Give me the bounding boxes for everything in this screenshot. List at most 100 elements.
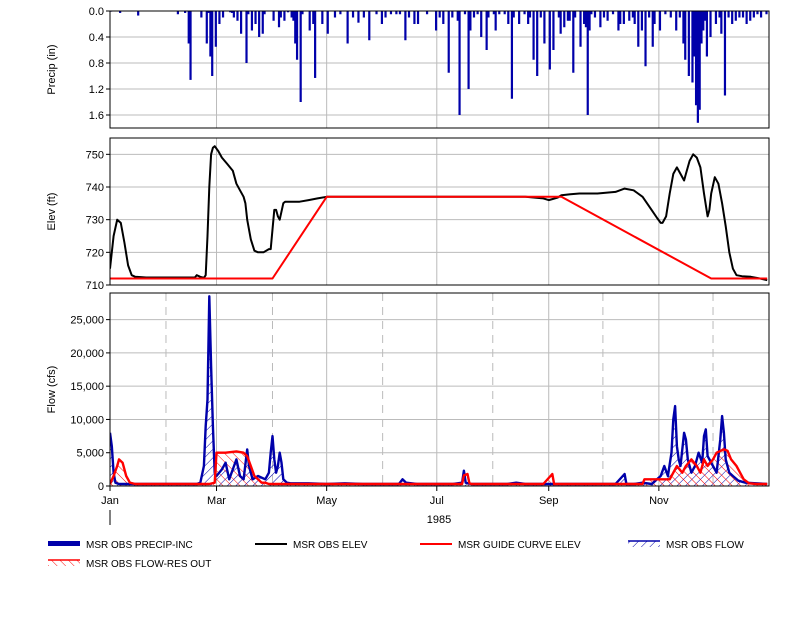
precip-bar [351,11,355,18]
x-tick-label: Jan [101,495,119,507]
precip-bar [548,11,551,70]
precip-bar [619,11,622,24]
precip-bar [628,11,631,21]
precip-bar [346,11,349,44]
precip-bar [326,11,329,34]
precip-bar [137,11,140,16]
precip-bar [200,11,203,18]
precip-bar [579,11,582,47]
legend-label: MSR OBS PRECIP-INC [86,540,193,551]
panel-1-plot [110,145,768,282]
precip-bar [539,11,542,18]
precip-bar [745,11,748,24]
precip-bar [512,11,515,18]
y-tick-label: 720 [86,247,104,259]
y-tick-label: 1.2 [89,84,104,96]
precip-bar [404,11,407,41]
x-axis-year-label: 1985 [427,514,451,526]
precip-bar [518,11,521,24]
precip-bar [644,11,647,67]
legend-label: MSR GUIDE CURVE ELEV [458,540,581,551]
precip-bar [211,11,214,76]
precip-bar [653,11,656,24]
legend-item: MSR OBS FLOW-RES OUT [48,559,211,570]
precip-bar [295,11,299,60]
precip-bar [494,11,497,31]
precip-bar [705,11,709,57]
y-tick-label: 0 [98,481,104,493]
precip-bar [232,11,235,18]
y-tick-label: 0.0 [89,6,104,18]
precip-bar [254,11,257,24]
legend-label: MSR OBS ELEV [293,540,368,551]
precip-bar [205,11,208,44]
precip-bar [759,11,763,18]
y-tick-label: 0.4 [89,32,104,44]
precip-bar [279,11,282,18]
x-tick-label: Mar [207,495,226,507]
precip-bar [214,11,217,47]
precip-bar [749,11,752,21]
y-tick-label: 750 [86,149,104,161]
y-tick-label: 1.6 [89,110,104,122]
precip-bar [532,11,535,60]
precip-bar [380,11,384,24]
y-tick-label: 5,000 [76,448,104,460]
y-tick-label: 0.8 [89,58,104,70]
precip-bar [384,11,387,18]
y-tick-label: 710 [86,280,104,292]
precip-bar [572,11,575,73]
precip-bar [678,11,681,18]
precip-bar [723,11,727,96]
precip-bar [606,11,609,21]
obs-elev-line [110,145,768,282]
precip-bar [574,11,577,18]
legend-item: MSR OBS PRECIP-INC [48,540,193,551]
precip-bar [236,11,239,21]
legend-label: MSR OBS FLOW [666,540,744,551]
precip-bar [658,11,662,31]
legend: MSR OBS PRECIP-INC MSR OBS ELEV MSR GUIDE … [48,540,744,570]
precip-bar [731,11,734,24]
precip-bar [407,11,411,18]
precip-bar [709,11,712,37]
precip-bar [675,11,678,31]
x-tick-label: Nov [649,495,669,507]
precip-bar [261,11,264,34]
precip-bar [314,11,317,78]
precip-bar [447,11,450,73]
chart-figure: 0.0 0.4 0.8 1.2 1.6 Precip (in) 710 720 730 740 75… [0,0,800,627]
precip-bar [239,11,243,34]
precip-bar [442,11,445,24]
precip-bar [308,11,311,31]
precip-bar [283,11,286,21]
precip-bar [458,11,461,115]
precip-bar [640,11,644,31]
precip-bar [413,11,416,24]
precip-bar [752,11,755,18]
precip-bar [189,11,192,80]
precip-bar [648,11,651,18]
precip-bar [684,11,687,60]
precip-bar [487,11,490,18]
precip-bar [536,11,539,76]
precip-bar [321,11,324,24]
y-axis-label: Flow (cfs) [46,366,58,414]
precip-bar [507,11,510,24]
legend-item: MSR OBS FLOW [628,540,744,551]
data-layer [110,11,768,486]
precip-bar [434,11,438,31]
precip-bar [602,11,606,18]
precip-bar [245,11,248,63]
precip-bar [669,11,672,18]
labels-layer: 0.0 0.4 0.8 1.2 1.6 Precip (in) 710 720 730 740 75… [46,6,669,526]
precip-bar [357,11,360,23]
precip-bar [469,11,472,31]
y-axis-label: Elev (ft) [46,193,58,231]
precip-bar [438,11,441,18]
panel-0-plot [110,11,768,123]
precip-bar [559,11,562,34]
precip-bar [299,11,302,102]
precip-bar [568,11,571,21]
precip-bar [552,11,555,50]
